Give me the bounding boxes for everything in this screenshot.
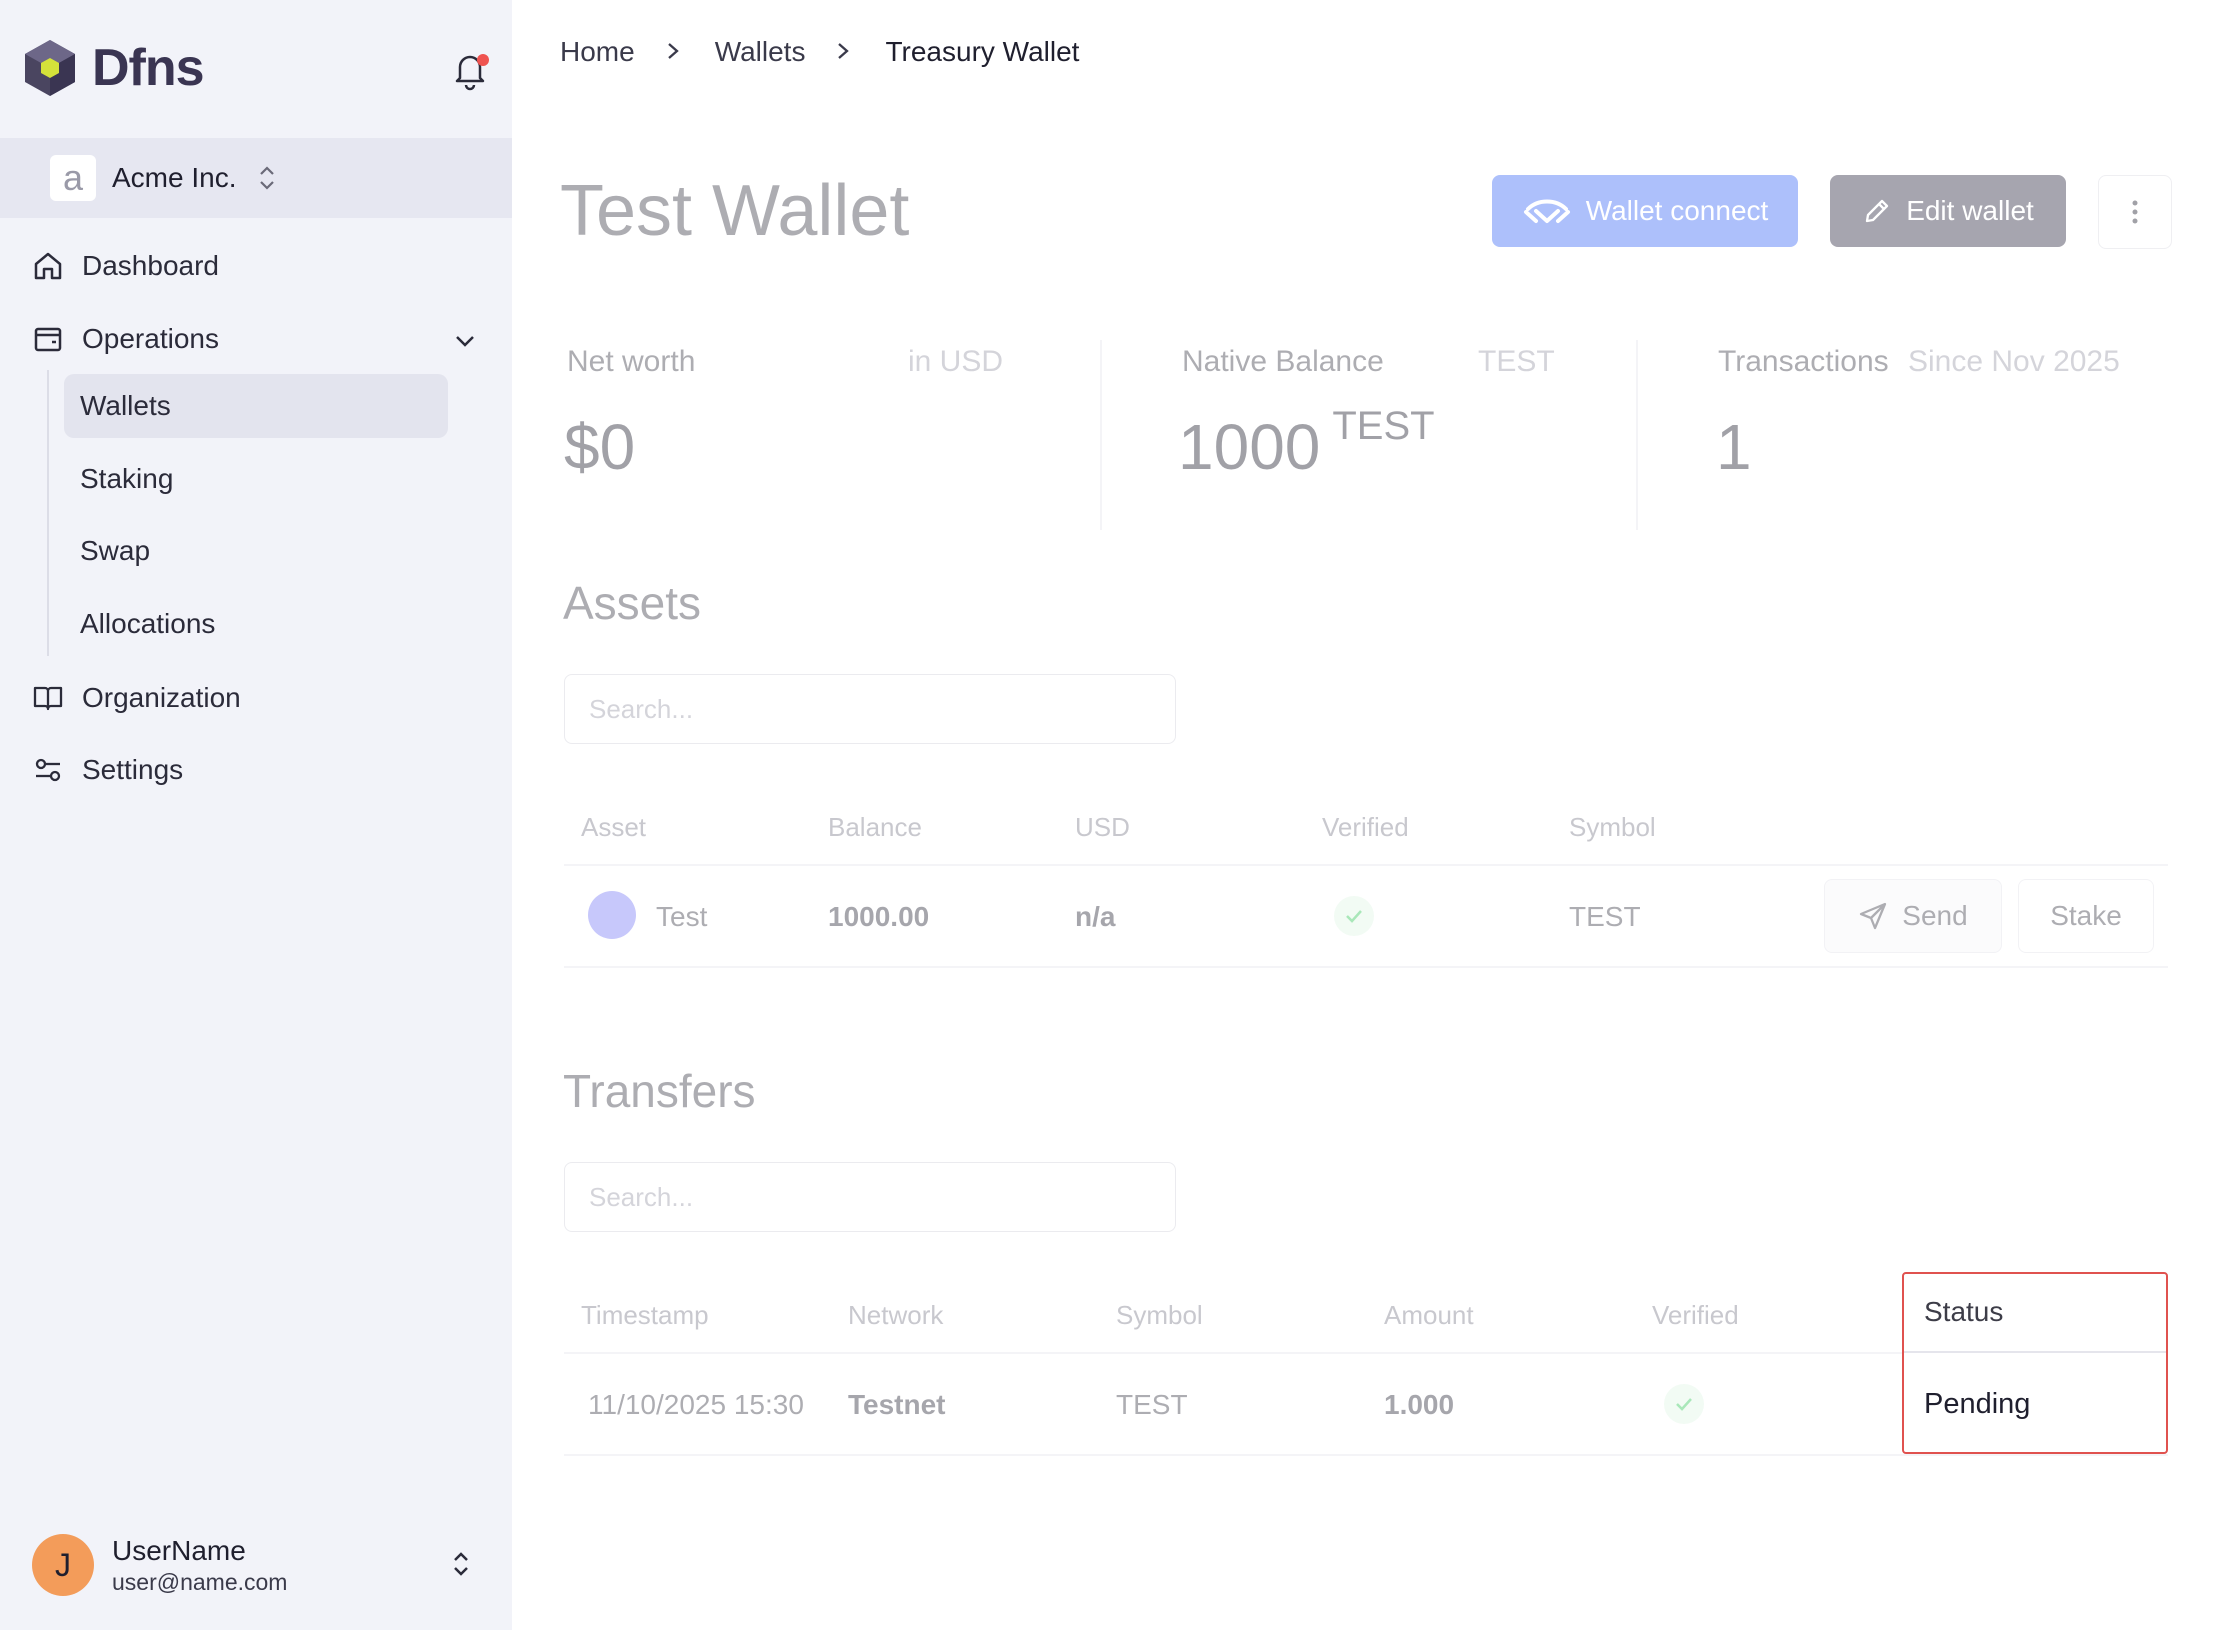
org-switcher[interactable]: a Acme Inc. [0, 138, 512, 218]
net-worth-value: $0 [564, 411, 636, 483]
native-balance-value: 1000 [1178, 411, 1321, 483]
chevron-right-icon [835, 36, 851, 68]
breadcrumb-wallets[interactable]: Wallets [715, 36, 806, 68]
assets-search-input[interactable] [564, 674, 1176, 744]
book-open-icon [32, 682, 64, 714]
stake-button[interactable]: Stake [2018, 879, 2154, 953]
sliders-icon [32, 754, 64, 786]
wallet-connect-label: Wallet connect [1585, 195, 1769, 226]
breadcrumb: Home Wallets Treasury Wallet [560, 36, 1079, 68]
transfers-search-input[interactable] [564, 1162, 1176, 1232]
transfers-col-amount[interactable]: Amount [1384, 1300, 1474, 1331]
transfer-network: Testnet [848, 1389, 946, 1420]
walletconnect-icon [1523, 199, 1570, 223]
assets-title: Assets [563, 577, 702, 629]
assets-col-verified[interactable]: Verified [1322, 812, 1409, 843]
transactions-sub: Since Nov 2025 [1908, 345, 2120, 378]
asset-token-icon [588, 891, 636, 939]
chevron-up-down-icon [260, 166, 275, 190]
asset-name: Test [656, 901, 708, 932]
more-vertical-icon [2132, 200, 2138, 224]
transfer-status: Pending [1924, 1388, 2031, 1420]
user-email: user@name.com [112, 1568, 288, 1595]
assets-col-usd[interactable]: USD [1075, 812, 1130, 843]
sidebar: Dfns a Acme Inc. Dashboard Operations Wa… [0, 0, 512, 1630]
send-label: Send [1902, 900, 1968, 931]
native-balance-value-wrap: 1000 TEST [1178, 404, 1435, 484]
home-icon [32, 250, 64, 282]
asset-usd: n/a [1075, 901, 1116, 932]
wallet-icon [32, 323, 64, 355]
transactions-value: 1 [1716, 411, 1752, 483]
chevron-up-down-icon[interactable] [450, 1548, 472, 1580]
net-worth-label: Net worth [567, 345, 696, 378]
transfers-col-verified[interactable]: Verified [1652, 1300, 1739, 1331]
pencil-icon [1866, 199, 1889, 223]
transfers-col-timestamp[interactable]: Timestamp [581, 1300, 709, 1331]
nav-allocations[interactable]: Allocations [80, 608, 215, 640]
logo-text: Dfns [92, 39, 205, 97]
chevron-down-icon[interactable] [452, 328, 478, 354]
nav-operations-label: Operations [82, 323, 219, 354]
chevron-right-icon [665, 36, 681, 68]
more-options-button[interactable] [2098, 175, 2172, 249]
assets-col-balance[interactable]: Balance [828, 812, 922, 843]
nav-organization[interactable]: Organization [32, 682, 241, 714]
asset-symbol: TEST [1569, 901, 1641, 932]
transfers-col-status[interactable]: Status [1924, 1296, 2003, 1328]
transfers-col-network[interactable]: Network [848, 1300, 943, 1331]
page-title: Test Wallet [560, 171, 910, 251]
table-divider [1904, 1351, 2166, 1353]
native-balance-sub: TEST [1478, 345, 1555, 378]
send-icon [1860, 902, 1887, 930]
nav-dashboard[interactable]: Dashboard [32, 250, 219, 282]
breadcrumb-current: Treasury Wallet [885, 36, 1080, 67]
assets-col-symbol[interactable]: Symbol [1569, 812, 1656, 843]
nav-dashboard-label: Dashboard [82, 250, 219, 281]
status-column-highlight: Status Pending [1902, 1272, 2168, 1454]
transfer-amount: 1.000 [1384, 1389, 1455, 1420]
table-divider [564, 864, 2168, 866]
assets-col-asset[interactable]: Asset [581, 812, 646, 843]
transfer-timestamp: 11/10/2025 15:30 [588, 1389, 804, 1420]
nav-settings[interactable]: Settings [32, 754, 183, 786]
wallet-connect-button[interactable]: Wallet connect [1492, 175, 1798, 247]
native-balance-unit: TEST [1332, 404, 1435, 448]
stat-divider [1100, 340, 1102, 530]
nav-swap[interactable]: Swap [80, 535, 150, 567]
verified-check-icon [1664, 1384, 1704, 1424]
notifications-bell-icon[interactable] [448, 48, 492, 92]
edit-wallet-label: Edit wallet [1906, 195, 2034, 226]
transfers-title: Transfers [563, 1065, 756, 1117]
user-menu[interactable]: J UserName user@name.com [32, 1534, 287, 1596]
net-worth-sub: in USD [908, 345, 1004, 378]
nav-wallets[interactable]: Wallets [80, 390, 171, 422]
nav-settings-label: Settings [82, 754, 184, 785]
submenu-guide-line [47, 370, 49, 656]
nav-staking[interactable]: Staking [80, 463, 173, 495]
dfns-logo-icon [25, 40, 75, 96]
org-name: Acme Inc. [112, 162, 237, 193]
user-avatar: J [32, 1534, 94, 1596]
table-divider [564, 1454, 2168, 1456]
asset-balance: 1000.00 [828, 901, 930, 932]
transfers-col-symbol[interactable]: Symbol [1116, 1300, 1203, 1331]
nav-operations[interactable]: Operations [32, 323, 219, 355]
stat-divider [1636, 340, 1638, 530]
native-balance-label: Native Balance [1182, 345, 1384, 378]
org-avatar: a [50, 155, 96, 201]
edit-wallet-button[interactable]: Edit wallet [1830, 175, 2066, 247]
user-name: UserName [112, 1534, 246, 1566]
table-divider [564, 966, 2168, 968]
breadcrumb-home[interactable]: Home [560, 36, 635, 68]
send-button[interactable]: Send [1824, 879, 2002, 953]
verified-check-icon [1334, 896, 1374, 936]
nav-organization-label: Organization [82, 682, 241, 713]
transfer-symbol: TEST [1116, 1389, 1188, 1420]
logo[interactable]: Dfns [22, 38, 205, 98]
transactions-label: Transactions [1718, 345, 1889, 378]
